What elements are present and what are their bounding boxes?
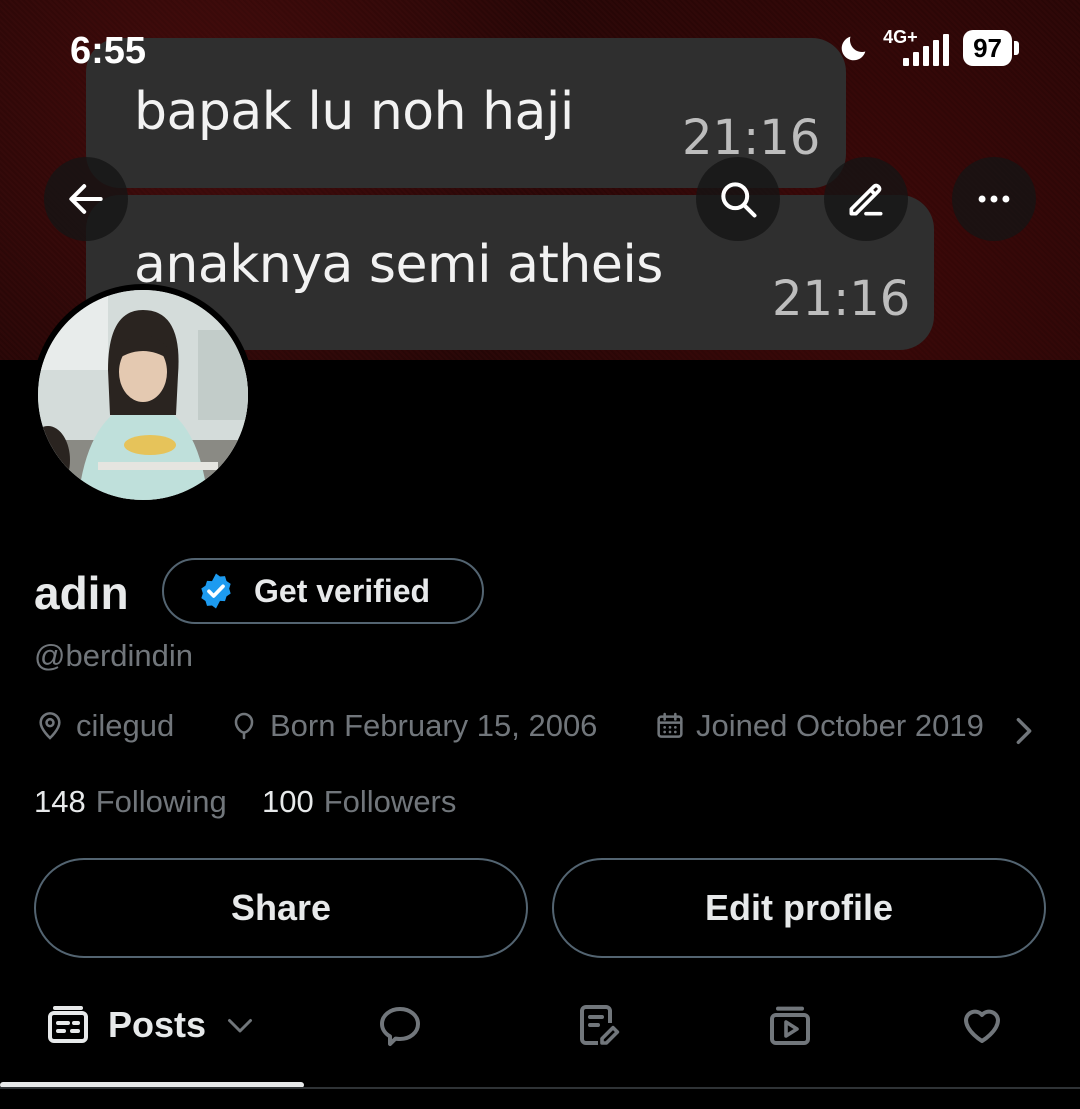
calendar-icon [657,712,683,738]
verified-badge-icon [201,573,231,609]
followers-count: 100 [262,784,314,819]
joined-text: Joined October 2019 [696,708,984,743]
edit-profile-button[interactable]: Edit profile [552,858,1046,958]
following-label: Following [95,784,227,819]
back-button[interactable] [44,157,128,241]
profile-location: cilegud [34,708,174,744]
more-horizontal-icon [978,195,1010,203]
share-button[interactable]: Share [34,858,528,958]
pencil-icon [849,183,883,216]
articles-icon [580,1005,620,1045]
chat-message: bapak lu noh haji [134,82,574,142]
replies-icon [380,1007,420,1046]
avatar-image [38,290,248,500]
chevron-down-icon[interactable] [222,1007,258,1043]
search-icon [721,182,757,218]
chevron-right-icon[interactable] [1012,714,1036,748]
arrow-left-icon [69,184,103,214]
get-verified-button[interactable]: Get verified [162,558,484,624]
avatar[interactable] [32,284,254,506]
location-pin-icon [39,712,61,740]
followers-link[interactable]: 100 Followers [262,784,456,820]
signal-icon: 4G+ [881,28,953,68]
search-button[interactable] [696,157,780,241]
balloon-icon [234,712,254,740]
profile-tabs: Posts [0,994,1080,1056]
birthday-text: Born February 15, 2006 [270,708,598,743]
tab-articles[interactable] [574,994,622,1056]
likes-icon [964,1009,1000,1043]
moon-icon [841,36,866,61]
profile-screen: bapak lu noh haji 21:16 anaknya semi ath… [0,0,1080,1109]
tab-posts-label: Posts [108,1004,207,1045]
tab-likes[interactable] [958,994,1006,1056]
tab-media[interactable] [766,994,814,1056]
user-handle: @berdindin [34,638,194,673]
status-icons: 4G+ 97 [837,28,1019,68]
chat-time: 21:16 [682,110,821,166]
tabs-divider [0,1087,1080,1089]
get-verified-label: Get verified [254,572,431,609]
following-link[interactable]: 148 Following [34,784,227,820]
status-time: 6:55 [70,30,147,72]
chat-message: anaknya semi atheis [134,235,663,295]
tab-posts[interactable]: Posts [44,994,258,1056]
more-button[interactable] [952,157,1036,241]
battery-level: 97 [973,33,1002,63]
profile-birthday: Born February 15, 2006 [228,708,597,744]
tab-replies[interactable] [376,994,424,1056]
battery-icon: 97 [963,30,1019,66]
followers-label: Followers [323,784,457,819]
chat-time: 21:16 [772,271,911,327]
posts-icon [48,1006,88,1043]
display-name: adin [34,567,129,619]
profile-joined[interactable]: Joined October 2019 [654,708,984,744]
following-count: 148 [34,784,86,819]
location-text: cilegud [76,708,175,743]
edit-button[interactable] [824,157,908,241]
media-icon [770,1006,810,1045]
